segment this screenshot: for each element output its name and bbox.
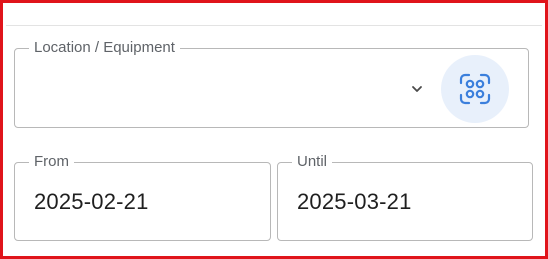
until-date-field[interactable]: Until 2025-03-21 (277, 153, 533, 241)
location-equipment-select[interactable]: Location / Equipment (14, 39, 529, 128)
scan-code-button[interactable] (441, 55, 509, 123)
until-date-value[interactable]: 2025-03-21 (297, 189, 412, 215)
chevron-down-icon[interactable] (408, 80, 426, 98)
until-date-label: Until (292, 153, 333, 171)
from-date-field[interactable]: From 2025-02-21 (14, 153, 271, 241)
from-date-label: From (29, 153, 74, 171)
from-date-value[interactable]: 2025-02-21 (34, 189, 149, 215)
location-equipment-label: Location / Equipment (29, 39, 180, 57)
scan-icon (459, 73, 491, 105)
top-divider (6, 25, 542, 26)
